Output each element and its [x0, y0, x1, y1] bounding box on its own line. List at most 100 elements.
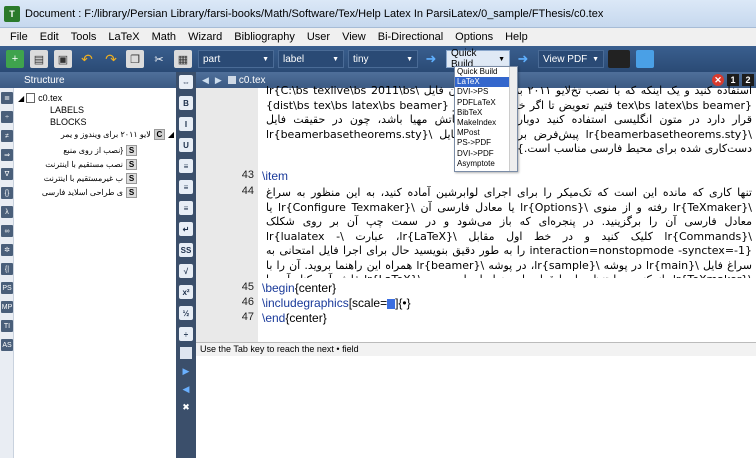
tree-section-node[interactable]: ی طراحی اسلاید فارسی S	[16, 186, 140, 198]
new-file-icon[interactable]: +	[6, 50, 24, 68]
collapse-icon[interactable]: ⇔	[179, 75, 193, 89]
pstricks-icon[interactable]: PS	[1, 282, 13, 294]
copy-icon[interactable]: ❐	[126, 50, 144, 68]
chevron-down-icon: ▼	[406, 55, 413, 63]
menu-wizard[interactable]: Wizard	[182, 31, 228, 43]
greek-icon[interactable]: λ	[1, 206, 13, 218]
window-title: Document : F:/library/Persian Library/fa…	[25, 7, 604, 20]
tree-section-node[interactable]: نصب مستقیم با اینترنت S	[16, 158, 140, 170]
tree-chapter-node[interactable]: لایو ۲۰۱۱ برای ویندوز و یمر C ◢	[16, 128, 174, 140]
menu-latex[interactable]: LaTeX	[102, 31, 145, 43]
pdf-viewer-icon[interactable]	[608, 50, 630, 68]
asymptote-icon[interactable]: AS	[1, 339, 13, 351]
menu-help[interactable]: Help	[499, 31, 534, 43]
label-select[interactable]: label ▼	[278, 50, 344, 68]
structure-panel-header: Structure	[0, 72, 176, 88]
end-command: \end	[262, 311, 286, 325]
divide-icon[interactable]: ÷	[179, 327, 193, 341]
dropdown-scrollbar[interactable]	[509, 67, 517, 171]
tab-c0[interactable]: c0.tex	[227, 74, 266, 86]
menu-tools[interactable]: Tools	[65, 31, 103, 43]
dropdown-option-bibtex[interactable]: BibTeX	[455, 108, 517, 118]
size-select[interactable]: tiny ▼	[348, 50, 418, 68]
main-toolbar: + ▤ ▣ ↶ ↷ ❐ ✂ ▦ part ▼ label ▼ tiny ▼ ➜ Qui…	[0, 46, 756, 72]
menu-user[interactable]: User	[301, 31, 336, 43]
tab-next-icon[interactable]: ▶	[215, 75, 222, 86]
align-right-icon[interactable]: ≡	[179, 201, 193, 215]
menu-options[interactable]: Options	[449, 31, 499, 43]
tab-prev-icon[interactable]: ◀	[202, 75, 209, 86]
stop-icon[interactable]: ✖	[180, 401, 192, 413]
fraction-icon[interactable]: ½	[179, 306, 193, 320]
view-pdf-select[interactable]: View PDF ▼	[538, 50, 604, 68]
infinity-icon[interactable]: ∞	[1, 225, 13, 237]
dropdown-option-latex[interactable]: LaTeX	[455, 77, 517, 88]
dropdown-option-asymptote[interactable]: Asymptote	[455, 159, 517, 169]
dropdown-option-dvi-ps[interactable]: DVI->PS	[455, 87, 517, 97]
superscript-icon[interactable]: x²	[179, 285, 193, 299]
run-arrow-icon[interactable]: ➜	[422, 50, 440, 68]
metapost-icon[interactable]: MP	[1, 301, 13, 313]
label-select-value: label	[283, 53, 305, 65]
misc-symbols-icon[interactable]: ✲	[1, 244, 13, 256]
placeholder-cursor[interactable]	[387, 298, 396, 309]
menu-edit[interactable]: Edit	[34, 31, 65, 43]
expand-icon[interactable]: ◢	[18, 94, 24, 103]
subscript-icon[interactable]: SS	[179, 243, 193, 257]
underline-icon[interactable]: U	[179, 138, 193, 152]
expand-icon[interactable]: ◢	[168, 130, 174, 139]
tikz-icon[interactable]: TI	[1, 320, 13, 332]
begin-center-line: \begin{center}	[262, 281, 336, 295]
operators-icon[interactable]: ÷	[1, 111, 13, 123]
rtl-paragraph-2: تنها کاری که مانده این است که تک‌میکر را…	[266, 186, 752, 278]
part-select[interactable]: part ▼	[198, 50, 274, 68]
sqrt-icon[interactable]: √	[179, 264, 193, 278]
newline-icon[interactable]: ↵	[179, 222, 193, 236]
dropdown-option-ps-pdf[interactable]: PS->PDF	[455, 138, 517, 148]
menu-bidirectional[interactable]: Bi-Directional	[372, 31, 449, 43]
braces-icon[interactable]: {}	[1, 187, 13, 199]
tree-section-label: نصب مستقیم با اینترنت	[45, 159, 123, 169]
structure-tree: ◢ c0.tex LABELS BLOCKS لایو ۲۰۱۱ برای وی…	[14, 88, 176, 458]
prev-error-icon[interactable]: ◀	[180, 383, 192, 395]
tree-file-node[interactable]: ◢ c0.tex	[18, 92, 62, 104]
dropdown-option-pdflatex[interactable]: PDFLaTeX	[455, 98, 517, 108]
embed-view-icon[interactable]	[636, 50, 654, 68]
align-left-icon[interactable]: ≡	[179, 159, 193, 173]
dropdown-option-dvi-pdf[interactable]: DVI->PDF	[455, 149, 517, 159]
log-toggle-icon[interactable]	[180, 347, 192, 359]
save-icon[interactable]: ▣	[54, 50, 72, 68]
brackets-icon[interactable]: {|	[1, 263, 13, 275]
undo-icon[interactable]: ↶	[78, 50, 96, 68]
tree-labels-node[interactable]: LABELS	[50, 104, 84, 116]
open-file-icon[interactable]: ▤	[30, 50, 48, 68]
align-center-icon[interactable]: ≡	[179, 180, 193, 194]
arrows-icon[interactable]: ⇒	[1, 149, 13, 161]
section-icon: S	[126, 158, 137, 170]
menu-bar: File Edit Tools LaTeX Math Wizard Biblio…	[0, 28, 756, 46]
menu-view[interactable]: View	[336, 31, 372, 43]
menu-file[interactable]: File	[4, 31, 34, 43]
tree-blocks-node[interactable]: BLOCKS	[50, 116, 87, 128]
list-icon[interactable]: ≣	[1, 92, 13, 104]
menu-bibliography[interactable]: Bibliography	[228, 31, 301, 43]
tab-label: c0.tex	[238, 74, 266, 86]
relation-icon[interactable]: ≠	[1, 130, 13, 142]
tree-section-node[interactable]: {نصب از روی منبع S	[16, 144, 140, 156]
menu-math[interactable]: Math	[146, 31, 182, 43]
cut-icon[interactable]: ✂	[150, 50, 168, 68]
begin-arg: {center}	[294, 281, 337, 295]
next-error-icon[interactable]: ▶	[180, 365, 192, 377]
redo-icon[interactable]: ↷	[102, 50, 120, 68]
italic-icon[interactable]: I	[179, 117, 193, 131]
dropdown-option-makeindex[interactable]: MakeIndex	[455, 118, 517, 128]
paste-icon[interactable]: ▦	[174, 50, 192, 68]
bold-icon[interactable]: B	[179, 96, 193, 110]
log-side-controls: ▶ ◀ ✖	[176, 342, 196, 458]
dropdown-option-quick-build[interactable]: Quick Build	[455, 67, 517, 77]
log-message: Use the Tab key to reach the next • fiel…	[200, 344, 359, 354]
delimiters-icon[interactable]: ∇	[1, 168, 13, 180]
log-area[interactable]	[196, 356, 756, 458]
tree-section-node[interactable]: ب غیرمستقیم با اینترنت S	[16, 172, 140, 184]
dropdown-option-mpost[interactable]: MPost	[455, 128, 517, 138]
